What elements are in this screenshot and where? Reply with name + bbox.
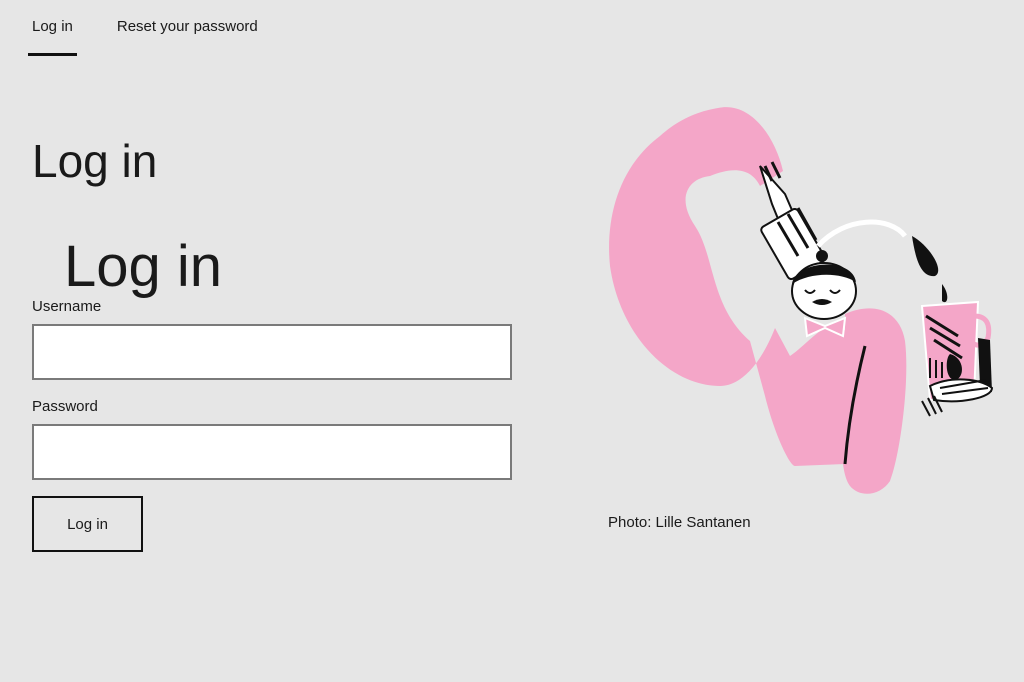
tab-log-in[interactable]: Log in	[28, 0, 77, 56]
username-input[interactable]	[32, 324, 512, 380]
tab-log-in-label: Log in	[32, 17, 73, 35]
tab-reset-password[interactable]: Reset your password	[113, 0, 262, 56]
coffee-person-illustration	[609, 107, 994, 494]
tab-reset-password-label: Reset your password	[116, 17, 258, 35]
username-label: Username	[32, 298, 102, 315]
log-in-button[interactable]: Log in	[32, 496, 143, 552]
form-title: Log in	[64, 234, 223, 299]
photo-credit: Photo: Lille Santanen	[608, 514, 751, 531]
page-title: Log in	[32, 135, 158, 187]
tab-bar: Log in Reset your password	[28, 0, 262, 56]
password-label: Password	[32, 398, 98, 415]
password-input[interactable]	[32, 424, 512, 480]
